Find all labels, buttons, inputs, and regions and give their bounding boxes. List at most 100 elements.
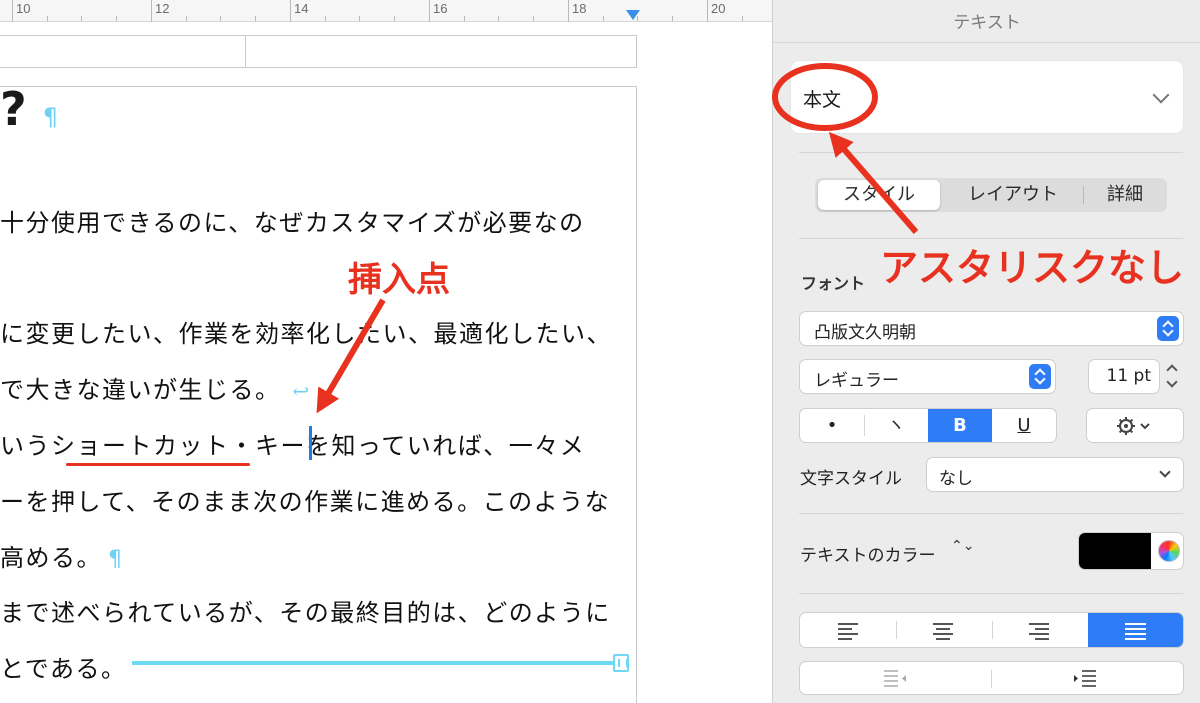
divider — [799, 152, 1183, 153]
ruler-label: 18 — [572, 1, 587, 16]
text-line-content: 高める。 — [0, 544, 102, 572]
paragraph-style-popup[interactable]: 本文 — [791, 61, 1183, 133]
text-line[interactable]: 十分使用できるのに、なぜカスタマイズが必要なの — [0, 203, 585, 238]
inspector-tabs: スタイル レイアウト 詳細 — [815, 178, 1167, 212]
text-line[interactable]: に変更したい、作業を効率化したい、最適化したい、 — [0, 314, 612, 349]
font-family-popup[interactable]: 凸版文久明朝 — [800, 312, 1183, 345]
ruler-minor-tick — [325, 16, 326, 21]
text-line[interactable]: まで述べられているが、その最終目的は、どのように — [0, 593, 611, 628]
ruler-tick — [429, 0, 430, 22]
align-left-button[interactable] — [800, 613, 895, 647]
tab-advanced[interactable]: 詳細 — [1085, 180, 1165, 210]
ruler-label: 14 — [294, 1, 309, 16]
align-line — [936, 628, 950, 630]
tab-stop-marker[interactable] — [626, 10, 640, 20]
font-section-label: フォント — [801, 274, 866, 293]
indent-icon — [1074, 670, 1096, 687]
ruler-tick — [568, 0, 569, 22]
justify-button[interactable] — [1088, 613, 1183, 647]
text-color-well[interactable] — [1079, 533, 1183, 569]
decrease-indent-button[interactable] — [800, 662, 991, 694]
tab-style[interactable]: スタイル — [818, 180, 940, 210]
ruler-minor-tick — [533, 16, 534, 21]
ruler-tick — [12, 0, 13, 22]
ruler-minor-tick — [255, 16, 256, 21]
text-format-buttons: • ヽ B U — [800, 409, 1056, 442]
tab-divider — [1083, 186, 1084, 204]
align-line — [1125, 633, 1146, 635]
ruler-label: 16 — [433, 1, 448, 16]
ruler-label: 12 — [155, 1, 170, 16]
font-typeface-value: レギュラー — [814, 371, 899, 391]
text-line[interactable]: 高める。 ¶ — [0, 538, 124, 573]
color-wheel-icon[interactable] — [1158, 540, 1180, 562]
ruler-minor-tick — [186, 16, 187, 21]
document-canvas[interactable]: 10 12 14 16 18 20 ? ¶ 十分使用できるのに、なぜカスタマイズ… — [0, 0, 772, 703]
italic-button[interactable]: ヽ — [864, 409, 928, 442]
align-line — [1035, 628, 1049, 630]
align-center-button[interactable] — [896, 613, 991, 647]
header-table-row[interactable] — [0, 35, 637, 68]
stepper-up-icon[interactable] — [1166, 364, 1178, 376]
chevron-down-icon — [1152, 86, 1170, 104]
ruler-tick — [290, 0, 291, 22]
color-swatch[interactable] — [1079, 533, 1151, 569]
ruler-minor-tick — [359, 16, 360, 21]
line-break-mark: ↩ — [292, 379, 311, 403]
ruler-minor-tick — [81, 16, 82, 21]
text-line[interactable]: とである。 — [0, 649, 127, 684]
align-line — [1029, 623, 1049, 625]
align-line — [1125, 628, 1146, 630]
text-line-content: で大きな違いが生じる。 — [0, 376, 281, 404]
updown-chevron-icon[interactable]: ⌃⌄ — [951, 539, 974, 553]
align-line — [933, 623, 953, 625]
alignment-buttons — [800, 613, 1183, 647]
font-typeface-popup[interactable]: レギュラー — [800, 360, 1055, 393]
align-right-button[interactable] — [992, 613, 1087, 647]
ruler-minor-tick — [116, 16, 117, 21]
font-size-field[interactable]: 11 pt — [1089, 360, 1159, 393]
stepper-down-icon[interactable] — [1166, 376, 1178, 388]
gear-icon — [1117, 417, 1150, 435]
ruler-minor-tick — [498, 16, 499, 21]
section-break-icon — [613, 654, 629, 672]
no-asterisk-annotation: アスタリスクなし — [880, 246, 1185, 290]
text-options-button[interactable] — [1087, 409, 1183, 442]
paragraph-mark: ¶ — [108, 547, 124, 572]
text-line[interactable]: いうショートカット・キーを知っていれば、一々メ — [0, 426, 585, 461]
heading-text: ? — [0, 82, 27, 136]
ruler-minor-tick — [220, 16, 221, 21]
font-size-stepper[interactable] — [1163, 360, 1183, 393]
chevron-down-icon — [1159, 466, 1171, 478]
character-style-value: なし — [939, 469, 973, 489]
horizontal-ruler[interactable]: 10 12 14 16 18 20 — [0, 0, 772, 22]
ruler-minor-tick — [742, 16, 743, 21]
align-line — [936, 638, 950, 640]
inspector-title: テキスト — [953, 13, 1021, 32]
popup-updown-icon — [1157, 316, 1179, 341]
bold-button[interactable]: B — [928, 409, 992, 442]
ruler-minor-tick — [672, 16, 673, 21]
text-line[interactable]: で大きな違いが生じる。 ↩ — [0, 370, 311, 405]
bullet-format-button[interactable]: • — [800, 409, 864, 442]
underline-button[interactable]: U — [992, 409, 1056, 442]
character-style-popup[interactable]: なし — [927, 458, 1183, 491]
align-line — [1125, 638, 1146, 640]
ruler-tick — [707, 0, 708, 22]
section-heading: ? ¶ — [0, 82, 58, 136]
ruler-minor-tick — [603, 16, 604, 21]
align-line — [1029, 633, 1049, 635]
outdent-icon — [884, 670, 906, 687]
increase-indent-button[interactable] — [992, 662, 1183, 694]
paragraph-style-name: 本文 — [803, 89, 842, 111]
section-break-line — [132, 661, 614, 665]
character-style-label: 文字スタイル — [800, 469, 902, 489]
shortcut-underline-mark — [66, 463, 250, 466]
ruler-minor-tick — [394, 16, 395, 21]
tab-layout[interactable]: レイアウト — [943, 180, 1083, 210]
ruler-label: 20 — [711, 1, 726, 16]
align-line — [838, 638, 852, 640]
text-color-label[interactable]: テキストのカラー — [800, 541, 936, 566]
text-line[interactable]: ーを押して、そのまま次の作業に進める。このような — [0, 482, 610, 517]
insertion-cursor — [309, 426, 312, 460]
